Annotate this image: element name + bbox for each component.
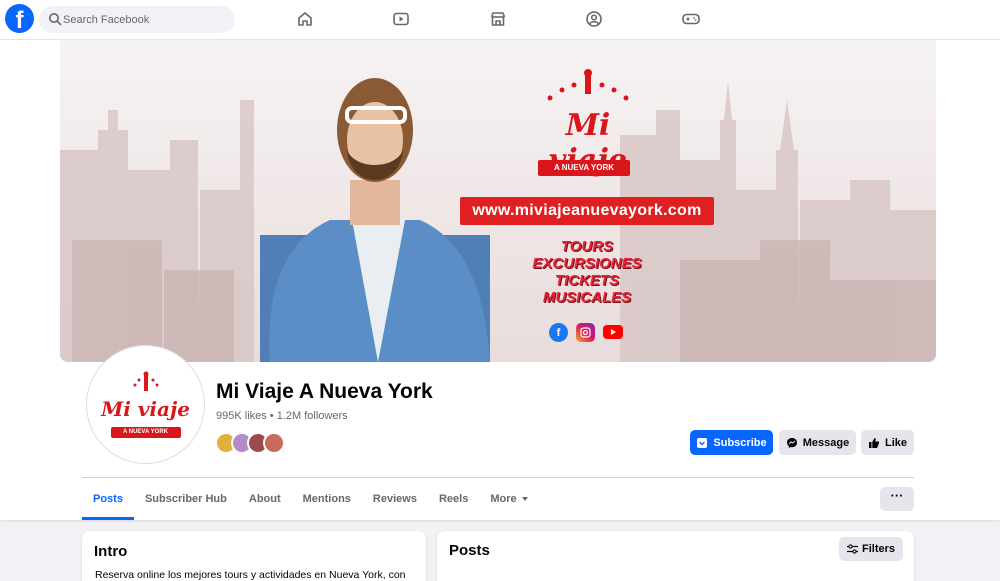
service-item: EXCURSIONES: [532, 255, 642, 272]
intro-description: Reserva online los mejores tours y activ…: [95, 569, 406, 581]
tab-mentions[interactable]: Mentions: [292, 478, 362, 520]
subscribe-icon: [697, 437, 708, 448]
cover-social-icons: f: [549, 323, 623, 342]
like-button[interactable]: Like: [861, 430, 914, 455]
facebook-logo[interactable]: f: [5, 4, 34, 33]
profile-avatar[interactable]: Mi viaje A NUEVA YORK: [87, 346, 204, 463]
page-tabs: Posts Subscriber Hub About Mentions Revi…: [82, 478, 540, 520]
like-label: Like: [884, 436, 907, 449]
search-box[interactable]: [39, 6, 235, 33]
page-stats[interactable]: 995K likes • 1.2M followers: [216, 410, 348, 422]
cover-services-list: TOURS EXCURSIONES TICKETS MUSICALES: [512, 238, 662, 306]
filter-sliders-icon: [846, 544, 858, 554]
service-item: TOURS: [560, 238, 614, 255]
more-options-button[interactable]: ···: [880, 487, 914, 511]
message-label: Message: [802, 436, 850, 449]
intro-card: Intro Reserva online los mejores tours y…: [82, 531, 426, 581]
top-navigation-bar: f: [0, 0, 1000, 40]
message-button[interactable]: Message: [779, 430, 856, 455]
search-icon: [49, 13, 62, 26]
cover-brand-ribbon: A NUEVA YORK: [538, 160, 630, 176]
tab-reviews[interactable]: Reviews: [362, 478, 428, 520]
avatar-title: Mi viaje: [101, 397, 190, 421]
facebook-icon: f: [549, 323, 568, 342]
filters-label: Filters: [861, 543, 895, 555]
groups-icon[interactable]: [583, 8, 605, 30]
tab-posts[interactable]: Posts: [82, 478, 134, 520]
tab-more[interactable]: More: [479, 478, 539, 520]
instagram-icon: [576, 323, 595, 342]
posts-card: Posts Filters: [437, 531, 914, 581]
video-icon[interactable]: [390, 8, 412, 30]
service-item: MUSICALES: [542, 289, 632, 306]
follower-avatars[interactable]: [215, 432, 285, 454]
cover-photo[interactable]: Mi viaje A NUEVA YORK www.miviajeanuevay…: [60, 40, 936, 362]
messenger-icon: [786, 437, 797, 448]
follower-avatar[interactable]: [263, 432, 285, 454]
posts-title: Posts: [449, 542, 490, 559]
cover-website-url: www.miviajeanuevayork.com: [460, 197, 714, 225]
tab-reels[interactable]: Reels: [428, 478, 479, 520]
subscribe-button[interactable]: Subscribe: [690, 430, 773, 455]
search-input[interactable]: [63, 6, 229, 33]
chevron-down-icon: [521, 497, 528, 501]
subscribe-label: Subscribe: [713, 436, 767, 449]
youtube-icon: [603, 325, 623, 339]
marketplace-icon[interactable]: [487, 8, 509, 30]
gaming-icon[interactable]: [680, 8, 702, 30]
person-photo: [260, 78, 490, 362]
home-icon[interactable]: [294, 8, 316, 30]
thumbs-up-icon: [868, 437, 880, 448]
tab-about[interactable]: About: [238, 478, 292, 520]
page-title: Mi Viaje A Nueva York: [216, 380, 433, 403]
filters-button[interactable]: Filters: [839, 537, 903, 561]
avatar-ribbon: A NUEVA YORK: [110, 427, 181, 438]
intro-title: Intro: [94, 543, 128, 560]
statue-of-liberty-icon: [133, 371, 158, 391]
tab-subscriber-hub[interactable]: Subscriber Hub: [134, 478, 238, 520]
service-item: TICKETS: [554, 272, 620, 289]
